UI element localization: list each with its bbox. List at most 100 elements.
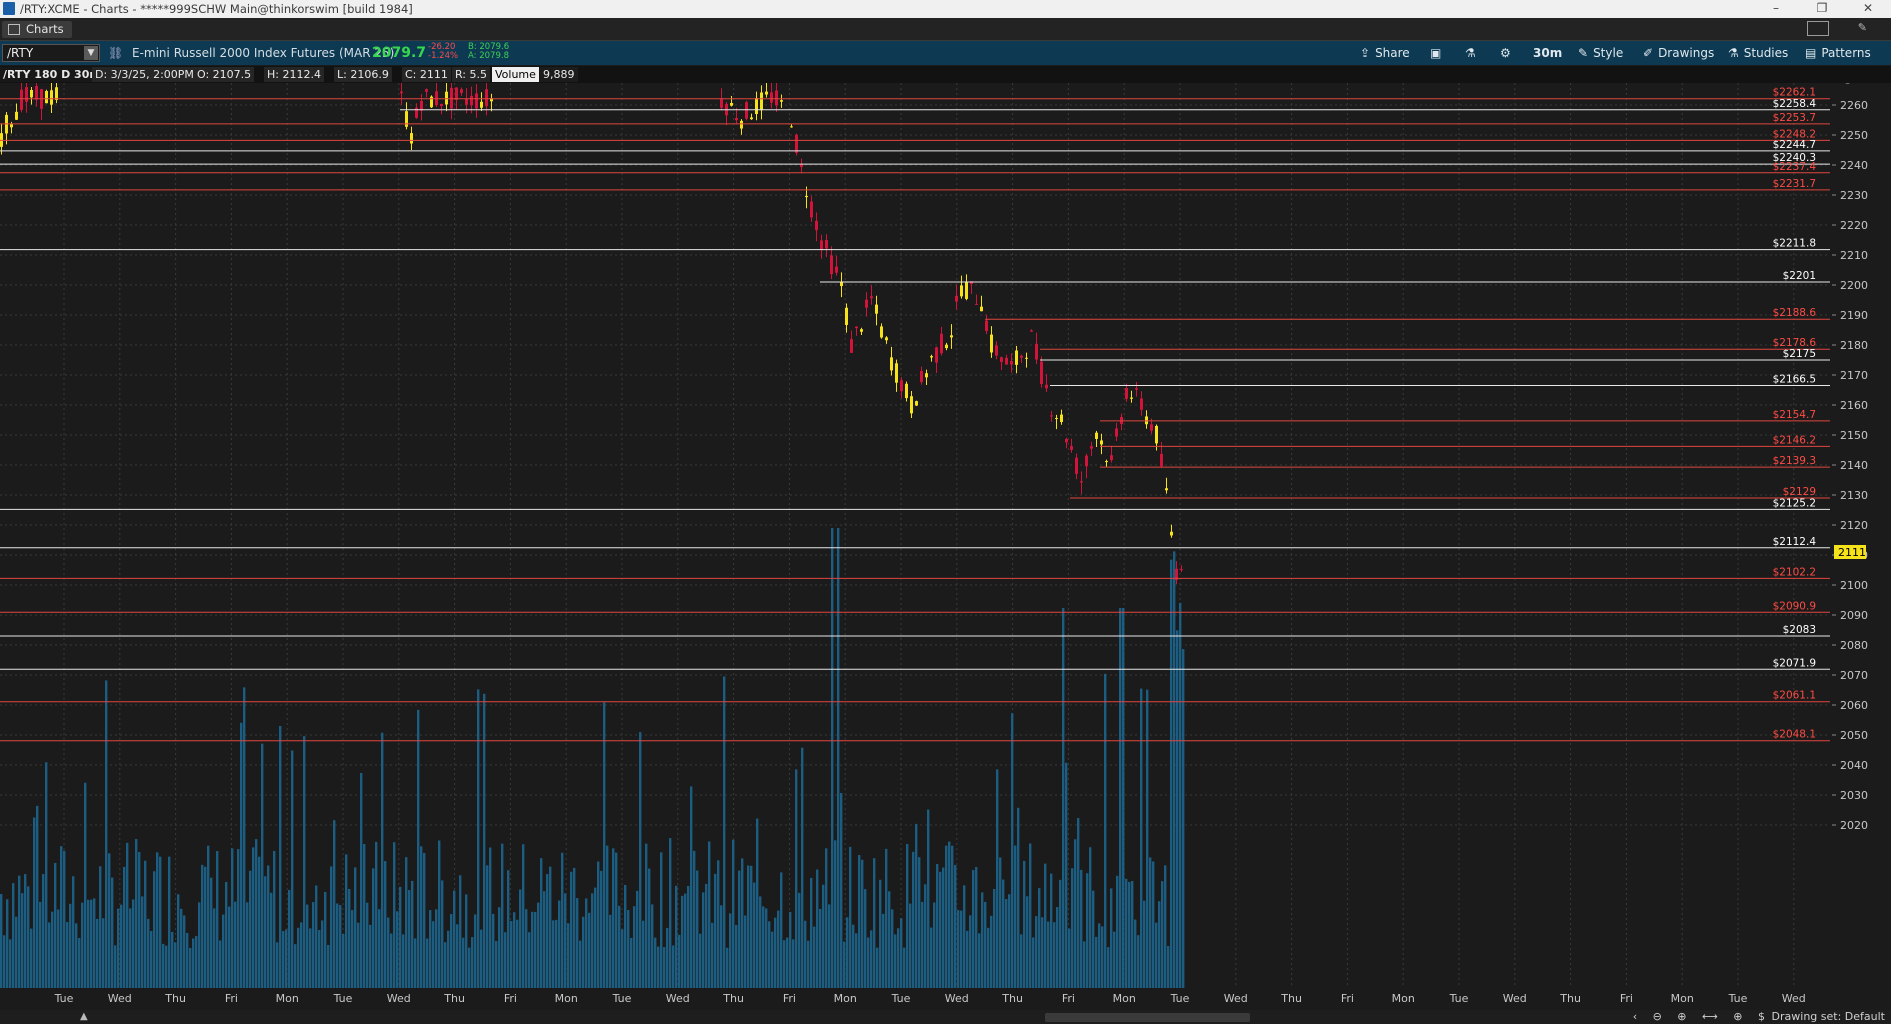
candle-down xyxy=(940,333,943,354)
candle-down xyxy=(810,201,813,218)
candle-up xyxy=(1095,432,1098,439)
volume-bar xyxy=(900,918,903,988)
link-icon[interactable]: ⛓ xyxy=(108,46,123,60)
detach-window-icon[interactable] xyxy=(1807,21,1829,36)
close-button[interactable]: ✕ xyxy=(1845,0,1891,18)
volume-bar xyxy=(435,909,438,988)
zoom-controls[interactable]: ‹ ⊖ ⊕ ⟷ ⊕ $ xyxy=(1633,1010,1771,1024)
volume-bar xyxy=(381,732,384,988)
volume-bar xyxy=(630,937,633,988)
volume-bar xyxy=(51,911,54,988)
volume-bar xyxy=(204,866,207,988)
volume-bar xyxy=(339,905,342,988)
volume-bar xyxy=(57,909,60,988)
horizontal-scrollbar[interactable] xyxy=(1045,1013,1250,1022)
volume-bar xyxy=(444,942,447,988)
candle-up xyxy=(910,396,913,414)
timeframe-button[interactable]: 30m xyxy=(1533,44,1562,62)
tab-charts[interactable]: Charts xyxy=(2,21,72,38)
x-axis-label: Thu xyxy=(1280,992,1302,1005)
volume-bar xyxy=(642,920,645,988)
candle-up xyxy=(1130,397,1133,399)
volume-bar xyxy=(930,927,933,988)
volume-bar xyxy=(546,874,549,988)
volume-bar xyxy=(567,923,570,988)
studies-button[interactable]: ⚗ Studies xyxy=(1728,44,1788,62)
symbol-input[interactable]: /RTY ▼ xyxy=(2,44,100,62)
candle-up xyxy=(980,306,983,312)
candle-up xyxy=(760,92,763,111)
candle-down xyxy=(35,86,38,100)
candle-down xyxy=(985,320,988,331)
volume-bar xyxy=(936,864,939,988)
volume-bar xyxy=(633,906,636,988)
volume-bar xyxy=(96,918,99,988)
volume-bar xyxy=(267,865,270,988)
volume-bar xyxy=(1044,863,1047,988)
candle-down xyxy=(1010,360,1013,365)
chart-window-icon xyxy=(8,24,20,35)
volume-bar xyxy=(531,911,534,988)
price-level-label: $2146.2 xyxy=(1773,434,1816,446)
volume-bar xyxy=(306,904,309,988)
volume-bar xyxy=(627,910,630,988)
volume-bar xyxy=(1143,900,1146,988)
volume-bar xyxy=(849,846,852,988)
y-axis-label: 2050 xyxy=(1840,729,1868,742)
volume-bar xyxy=(474,914,477,988)
volume-bar xyxy=(1059,879,1062,988)
volume-value: 9,889 xyxy=(540,67,578,82)
y-axis-label: 2060 xyxy=(1840,699,1868,712)
bar-open: O: 2107.5 xyxy=(194,67,255,82)
volume-bar xyxy=(837,528,840,988)
candle-down xyxy=(1050,415,1053,417)
maximize-button[interactable]: ❐ xyxy=(1799,0,1845,18)
candle-up xyxy=(1100,440,1103,445)
y-axis-label: 2030 xyxy=(1840,789,1868,802)
bar-range: R: 5.5 xyxy=(452,67,491,82)
volume-bar xyxy=(54,862,57,988)
collapse-icon[interactable]: ▲ xyxy=(80,1011,88,1022)
volume-bar xyxy=(756,818,759,988)
axis-settings-icon: ⤡ xyxy=(1840,83,1850,86)
chart-canvas[interactable]: Tue Wed Thu Fri Mon Tue Wed Thu Fri Mon Tue Wed Thu F… xyxy=(0,83,1891,1024)
flask-button[interactable]: ⚗ xyxy=(1465,44,1481,62)
volume-bar xyxy=(519,889,522,988)
volume-bar xyxy=(375,841,378,988)
volume-bar xyxy=(417,709,420,988)
minimize-button[interactable]: – xyxy=(1753,0,1799,18)
pin-icon[interactable]: ✎ xyxy=(1858,21,1867,34)
volume-bar xyxy=(18,875,21,988)
share-button[interactable]: ⇪ Share xyxy=(1360,44,1410,62)
settings-button[interactable]: ⚙ xyxy=(1500,44,1516,62)
x-axis-label: Thu xyxy=(722,992,744,1005)
volume-bar xyxy=(441,880,444,988)
patterns-button[interactable]: ▤ Patterns xyxy=(1805,44,1871,62)
volume-bar xyxy=(1110,888,1113,988)
candle-down xyxy=(955,295,958,302)
volume-bar xyxy=(939,871,942,988)
drawings-button[interactable]: ✐ Drawings xyxy=(1643,44,1714,62)
volume-bar xyxy=(30,928,33,988)
volume-bar xyxy=(987,927,990,988)
volume-bar xyxy=(807,940,810,988)
symbol-dropdown-icon[interactable]: ▼ xyxy=(84,46,98,60)
candle-down xyxy=(1035,343,1038,360)
volume-bar xyxy=(447,930,450,988)
volume-bar xyxy=(213,908,216,988)
snapshot-button[interactable]: ▣ xyxy=(1430,44,1446,62)
volume-bar xyxy=(66,922,69,988)
price-level-label: $2090.9 xyxy=(1773,600,1816,612)
style-button[interactable]: ✎ Style xyxy=(1578,44,1623,62)
price-chart[interactable]: Tue Wed Thu Fri Mon Tue Wed Thu Fri Mon Tue Wed Thu F… xyxy=(0,83,1891,1024)
candle-down xyxy=(1000,357,1003,362)
volume-bar xyxy=(663,947,666,988)
candle-up xyxy=(1145,416,1148,425)
volume-bar xyxy=(33,817,36,988)
volume-bar xyxy=(705,883,708,988)
volume-bar xyxy=(909,903,912,988)
volume-bar xyxy=(951,845,954,988)
volume-bar xyxy=(363,843,366,988)
volume-bar xyxy=(291,750,294,988)
y-axis-label: 2070 xyxy=(1840,669,1868,682)
